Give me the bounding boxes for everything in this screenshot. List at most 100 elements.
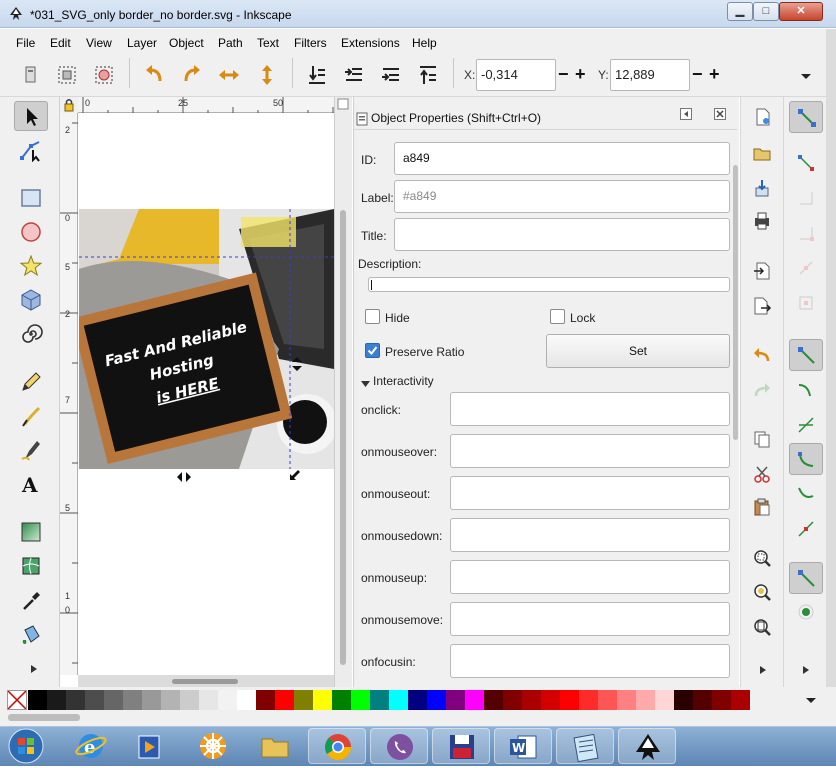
canvas-lock-guides-icon[interactable]: [337, 98, 349, 113]
color-swatch[interactable]: [199, 690, 218, 710]
menu-text[interactable]: Text: [257, 36, 279, 50]
toolbar-overflow-icon[interactable]: [800, 70, 812, 84]
selector-tool[interactable]: [14, 101, 48, 131]
save-file-icon[interactable]: [752, 178, 772, 198]
raise-icon[interactable]: [379, 63, 403, 87]
menu-layer[interactable]: Layer: [127, 36, 157, 50]
pen-tool[interactable]: [14, 401, 48, 431]
menu-filters[interactable]: Filters: [294, 36, 327, 50]
panel-iconify-icon[interactable]: [680, 108, 692, 123]
start-button[interactable]: [4, 727, 48, 765]
zoom-drawing-icon[interactable]: [752, 582, 772, 602]
color-swatch[interactable]: [484, 690, 503, 710]
panel-scrollbar[interactable]: [733, 165, 738, 440]
select-all-icon[interactable]: [18, 63, 42, 87]
color-swatch[interactable]: [712, 690, 731, 710]
color-swatch[interactable]: [275, 690, 294, 710]
cut-icon[interactable]: [752, 464, 772, 484]
snap-center-icon[interactable]: [796, 602, 816, 622]
color-swatch[interactable]: [351, 690, 370, 710]
zoom-selection-icon[interactable]: [752, 548, 772, 568]
y-decrement-button[interactable]: −: [692, 64, 703, 85]
internet-explorer-taskbar-button[interactable]: e: [62, 728, 120, 764]
color-swatch[interactable]: [674, 690, 693, 710]
snap-others-button[interactable]: [789, 562, 823, 594]
snap-smooth-icon[interactable]: [796, 484, 816, 504]
zoom-page-icon[interactable]: [752, 617, 772, 637]
color-swatch[interactable]: [579, 690, 598, 710]
onmouseout-input[interactable]: [450, 476, 730, 510]
calligraphy-tool[interactable]: [14, 435, 48, 465]
paste-icon[interactable]: [752, 497, 772, 517]
selected-image[interactable]: Fast And Reliable Hosting is HERE: [71, 209, 337, 469]
notepad-taskbar-button[interactable]: [556, 728, 614, 764]
print-icon[interactable]: [752, 211, 772, 231]
inkscape-taskbar-button[interactable]: [618, 728, 676, 764]
close-button[interactable]: ✕: [779, 2, 823, 21]
snap-toggle-button[interactable]: [789, 101, 823, 133]
color-swatch[interactable]: [47, 690, 66, 710]
preserve-ratio-checkbox[interactable]: [365, 343, 380, 358]
menu-extensions[interactable]: Extensions: [341, 36, 400, 50]
menu-help[interactable]: Help: [412, 36, 437, 50]
color-swatch[interactable]: [655, 690, 674, 710]
color-swatch[interactable]: [446, 690, 465, 710]
lower-icon[interactable]: [342, 63, 366, 87]
title-input[interactable]: [394, 218, 730, 251]
lock-checkbox[interactable]: [550, 309, 565, 324]
select-same-icon[interactable]: [92, 63, 116, 87]
snap-bbox-icon[interactable]: [796, 153, 816, 173]
file-explorer-taskbar-button[interactable]: [246, 728, 304, 764]
pencil-tool[interactable]: [14, 367, 48, 397]
ellipse-tool[interactable]: [14, 217, 48, 247]
snap-nodes-button[interactable]: [789, 339, 823, 371]
y-coordinate-input[interactable]: 12,889: [610, 59, 690, 91]
y-increment-button[interactable]: +: [709, 64, 720, 85]
color-swatch[interactable]: [522, 690, 541, 710]
x-decrement-button[interactable]: −: [558, 64, 569, 85]
scale-vertical-handle-icon[interactable]: [291, 357, 303, 374]
window-right-scrollbar[interactable]: [826, 29, 836, 726]
color-swatch[interactable]: [85, 690, 104, 710]
panel-handle-icon[interactable]: [356, 112, 368, 129]
media-player-taskbar-button[interactable]: [120, 728, 178, 764]
chrome-taskbar-button[interactable]: [308, 728, 366, 764]
viber-taskbar-button[interactable]: [370, 728, 428, 764]
mesh-tool[interactable]: [14, 551, 48, 581]
snap-cusp-button[interactable]: [789, 443, 823, 475]
description-textarea[interactable]: [368, 277, 730, 292]
scale-corner-handle-icon[interactable]: [289, 469, 301, 484]
color-swatch[interactable]: [560, 690, 579, 710]
color-swatch[interactable]: [256, 690, 275, 710]
toolbox-more-icon[interactable]: [30, 663, 38, 677]
menu-edit[interactable]: Edit: [50, 36, 71, 50]
menu-file[interactable]: File: [16, 36, 35, 50]
hide-checkbox[interactable]: [365, 309, 380, 324]
id-input[interactable]: a849: [394, 142, 730, 175]
snap-midpoints-icon[interactable]: [796, 519, 816, 539]
color-swatch[interactable]: [598, 690, 617, 710]
interactivity-label[interactable]: Interactivity: [373, 374, 434, 388]
helm-app-taskbar-button[interactable]: [184, 728, 242, 764]
color-swatch[interactable]: [541, 690, 560, 710]
color-swatch[interactable]: [465, 690, 484, 710]
snap-paths-icon[interactable]: [796, 380, 816, 400]
raise-to-top-icon[interactable]: [416, 63, 440, 87]
rotate-cw-icon[interactable]: [180, 63, 204, 87]
interactivity-expander-icon[interactable]: [361, 377, 370, 391]
3d-box-tool[interactable]: [14, 285, 48, 315]
lower-to-bottom-icon[interactable]: [305, 63, 329, 87]
color-swatch[interactable]: [66, 690, 85, 710]
x-coordinate-input[interactable]: -0,314: [476, 59, 556, 91]
color-swatch[interactable]: [161, 690, 180, 710]
flip-horizontal-icon[interactable]: [217, 63, 241, 87]
export-icon[interactable]: [752, 296, 772, 316]
snap-more-icon[interactable]: [802, 664, 810, 678]
panel-close-icon[interactable]: [714, 108, 726, 123]
color-swatch[interactable]: [408, 690, 427, 710]
onmousedown-input[interactable]: [450, 518, 730, 552]
commands-more-icon[interactable]: [759, 664, 767, 678]
onmouseover-input[interactable]: [450, 434, 730, 468]
paint-bucket-tool[interactable]: [14, 619, 48, 649]
menu-view[interactable]: View: [86, 36, 112, 50]
